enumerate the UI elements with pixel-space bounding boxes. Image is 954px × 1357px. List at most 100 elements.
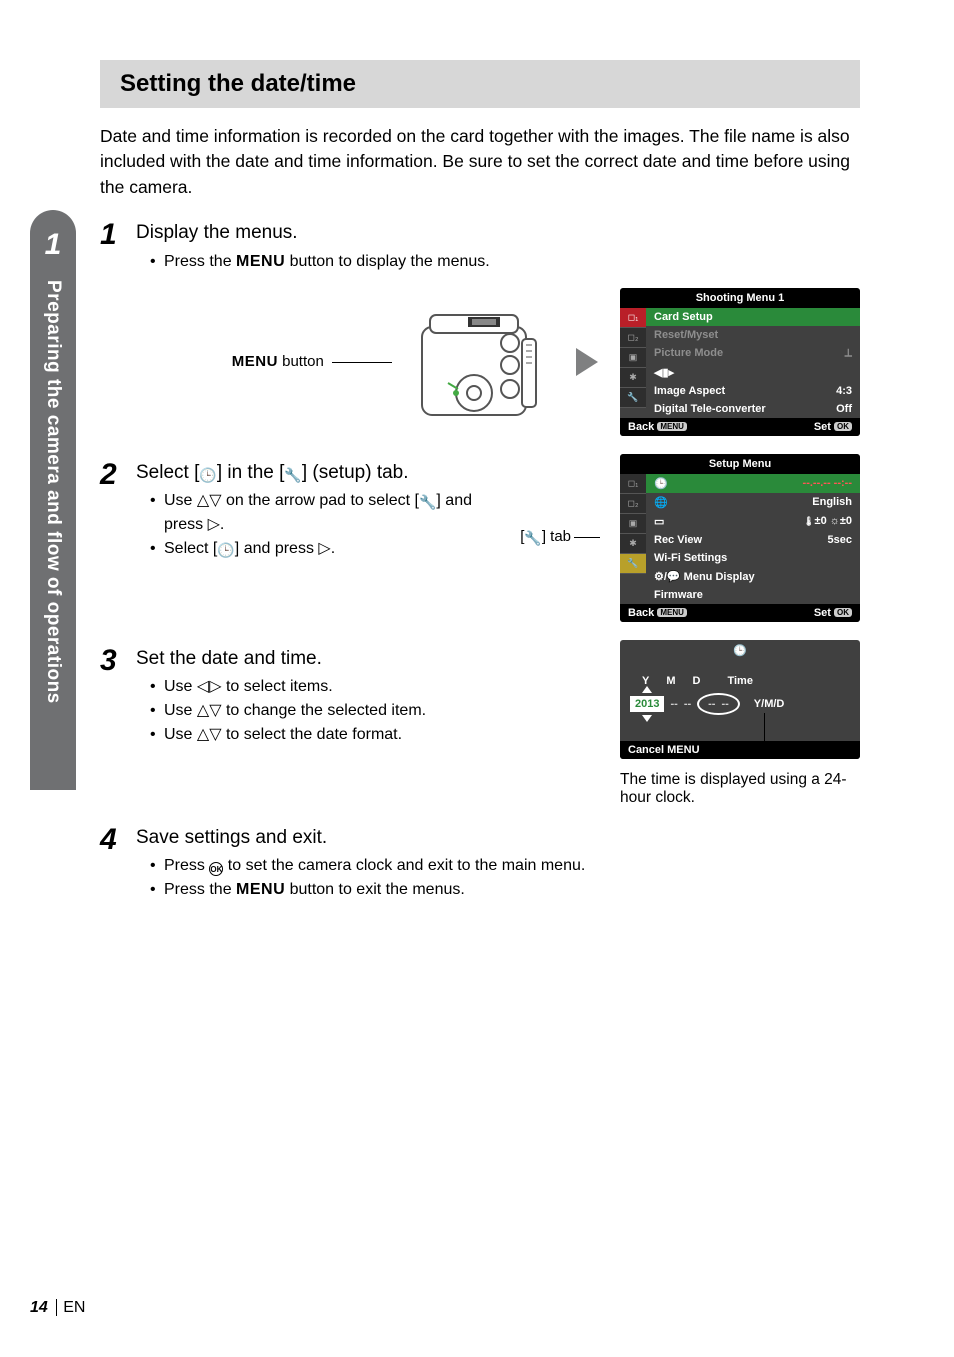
- step-3-row: 3 Set the date and time. Use ◁▷ to selec…: [100, 640, 860, 807]
- menu-button-label: MENU button: [232, 353, 392, 370]
- tab-gear-icon: ✱: [620, 368, 646, 388]
- monitor-icon: ▭: [654, 515, 664, 528]
- chapter-title: Preparing the camera and flow of operati…: [42, 280, 64, 704]
- tab-playback-icon: ▣: [620, 514, 646, 534]
- step-number: 2: [100, 460, 136, 562]
- section-title: Setting the date/time: [120, 70, 840, 98]
- step1-figures: MENU button Shooting Menu 1: [100, 288, 860, 436]
- step4-bullet1: Press OK to set the camera clock and exi…: [150, 854, 860, 878]
- step-number: 1: [100, 220, 136, 274]
- left-right-icon: ◁▷: [197, 678, 222, 695]
- lcd-footer: Back MENU Set OK: [620, 604, 860, 622]
- lcd-row: Reset/Myset: [646, 326, 860, 344]
- tab-camera1-icon: ◻₁: [620, 474, 646, 494]
- step4-bullet2: Press the MENU button to exit the menus.: [150, 878, 860, 902]
- lcd-row: 🌐English: [646, 493, 860, 512]
- gear-icon: ⚙: [654, 571, 664, 583]
- time-oval: -- --: [697, 693, 740, 715]
- menu-word: MENU: [236, 253, 285, 270]
- right-icon: ▷: [318, 540, 330, 557]
- text: button: [278, 353, 324, 370]
- year-field: 2013: [630, 696, 664, 712]
- lcd-row: ◀▮▸: [646, 363, 860, 382]
- section-title-bar: Setting the date/time: [100, 60, 860, 108]
- step3-bullet1: Use ◁▷ to select items.: [150, 675, 600, 699]
- tab-wrench-icon: 🔧: [620, 554, 646, 574]
- step3-bullet2: Use △▽ to change the selected item.: [150, 699, 600, 723]
- chapter-tab: 1 Preparing the camera and flow of opera…: [30, 210, 76, 790]
- setup-tab-callout: [🔧] tab: [520, 528, 600, 547]
- tab-camera1-icon: ◻₁: [620, 308, 646, 328]
- dt-header: Y M D Time: [630, 675, 850, 687]
- step-number: 4: [100, 825, 136, 903]
- step-lead: Display the menus.: [136, 220, 860, 246]
- lcd-row: Picture Mode⟂: [646, 344, 860, 363]
- lcd-row: Digital Tele-converterOff: [646, 400, 860, 418]
- lcd-datetime: 🕒 Y M D Time 2013 -- -- -- --: [620, 640, 860, 759]
- wrench-icon: 🔧: [284, 466, 301, 485]
- text: Press the: [164, 253, 236, 270]
- clock-icon: 🕒: [654, 477, 668, 490]
- clock-icon: 🕒: [217, 540, 234, 561]
- clock-icon: 🕒: [620, 640, 860, 661]
- lcd-title: Setup Menu: [620, 454, 860, 474]
- intro-text: Date and time information is recorded on…: [100, 124, 860, 200]
- step-1: 1 Display the menus. Press the MENU butt…: [100, 220, 860, 274]
- page-footer: 14 EN: [30, 1299, 85, 1317]
- lcd-row: Card Setup: [646, 308, 860, 326]
- lcd-shooting-menu: Shooting Menu 1 ◻₁ ◻₂ ▣ ✱ 🔧 Card Setup R…: [620, 288, 860, 436]
- lcd-row: ⚙/💬 Menu Display: [646, 567, 860, 586]
- page-content: Setting the date/time Date and time info…: [100, 60, 860, 912]
- dt-values: 2013 -- -- -- -- Y/M/D: [630, 693, 850, 715]
- camera-illustration: [414, 297, 554, 427]
- tab-gear-icon: ✱: [620, 534, 646, 554]
- leader-line: [332, 362, 392, 363]
- step3-bullet3: Use △▽ to select the date format.: [150, 723, 600, 747]
- lcd-row: Firmware: [646, 586, 860, 604]
- lcd-row: Rec View5sec: [646, 531, 860, 549]
- lcd-tabs: ◻₁ ◻₂ ▣ ✱ 🔧: [620, 308, 646, 418]
- lcd-row: Image Aspect4:3: [646, 382, 860, 400]
- wrench-icon: 🔧: [419, 492, 436, 513]
- lcd-row: ▭🌡±0 ☼±0: [646, 512, 860, 531]
- page-lang: EN: [63, 1299, 85, 1316]
- step-2: 2 Select [🕒] in the [🔧] (setup) tab. Use…: [100, 460, 500, 562]
- step-4: 4 Save settings and exit. Press OK to se…: [100, 825, 860, 903]
- up-down-icon: △▽: [197, 726, 222, 743]
- step-number: 3: [100, 646, 136, 748]
- up-down-icon: △▽: [197, 492, 222, 509]
- wrench-icon: 🔧: [524, 530, 541, 547]
- callout-line: [764, 713, 765, 759]
- step2-bullet1: Use △▽ on the arrow pad to select [🔧] an…: [150, 489, 500, 537]
- lcd-title: Shooting Menu 1: [620, 288, 860, 308]
- text: button to display the menus.: [285, 253, 490, 270]
- lcd-row: Wi-Fi Settings: [646, 549, 860, 567]
- right-icon: ▷: [208, 516, 220, 533]
- menu-word: MENU: [232, 353, 278, 370]
- lcd-footer: Cancel MENU: [620, 741, 860, 759]
- step-lead: Set the date and time.: [136, 646, 600, 672]
- step-3: 3 Set the date and time. Use ◁▷ to selec…: [100, 646, 600, 748]
- chapter-number: 1: [45, 228, 62, 262]
- clock-icon: 🕒: [199, 466, 216, 485]
- up-down-icon: △▽: [197, 702, 222, 719]
- tab-camera2-icon: ◻₂: [620, 494, 646, 514]
- ok-icon: OK: [209, 862, 223, 876]
- step2-bullet2: Select [🕒] and press ▷.: [150, 537, 500, 561]
- tab-camera2-icon: ◻₂: [620, 328, 646, 348]
- dt-caption: The time is displayed using a 24-hour cl…: [620, 771, 860, 807]
- lcd-row: 🕒--.--.-- --:--: [646, 474, 860, 493]
- lcd-footer: Back MENU Set OK: [620, 418, 860, 436]
- page-number: 14: [30, 1299, 48, 1316]
- arrow-right-icon: [576, 348, 598, 376]
- step-lead: Select [🕒] in the [🔧] (setup) tab.: [136, 460, 500, 486]
- menu-word: MENU: [236, 881, 285, 898]
- tab-playback-icon: ▣: [620, 348, 646, 368]
- lcd-setup-menu: Setup Menu ◻₁ ◻₂ ▣ ✱ 🔧 🕒--.--.-- --:-- 🌐…: [620, 454, 860, 622]
- step-2-row: 2 Select [🕒] in the [🔧] (setup) tab. Use…: [100, 454, 860, 622]
- tab-wrench-icon: 🔧: [620, 388, 646, 408]
- step1-bullet: Press the MENU button to display the men…: [150, 250, 860, 274]
- lcd-tabs: ◻₁ ◻₂ ▣ ✱ 🔧: [620, 474, 646, 604]
- globe-icon: 🌐: [654, 496, 668, 509]
- step-lead: Save settings and exit.: [136, 825, 860, 851]
